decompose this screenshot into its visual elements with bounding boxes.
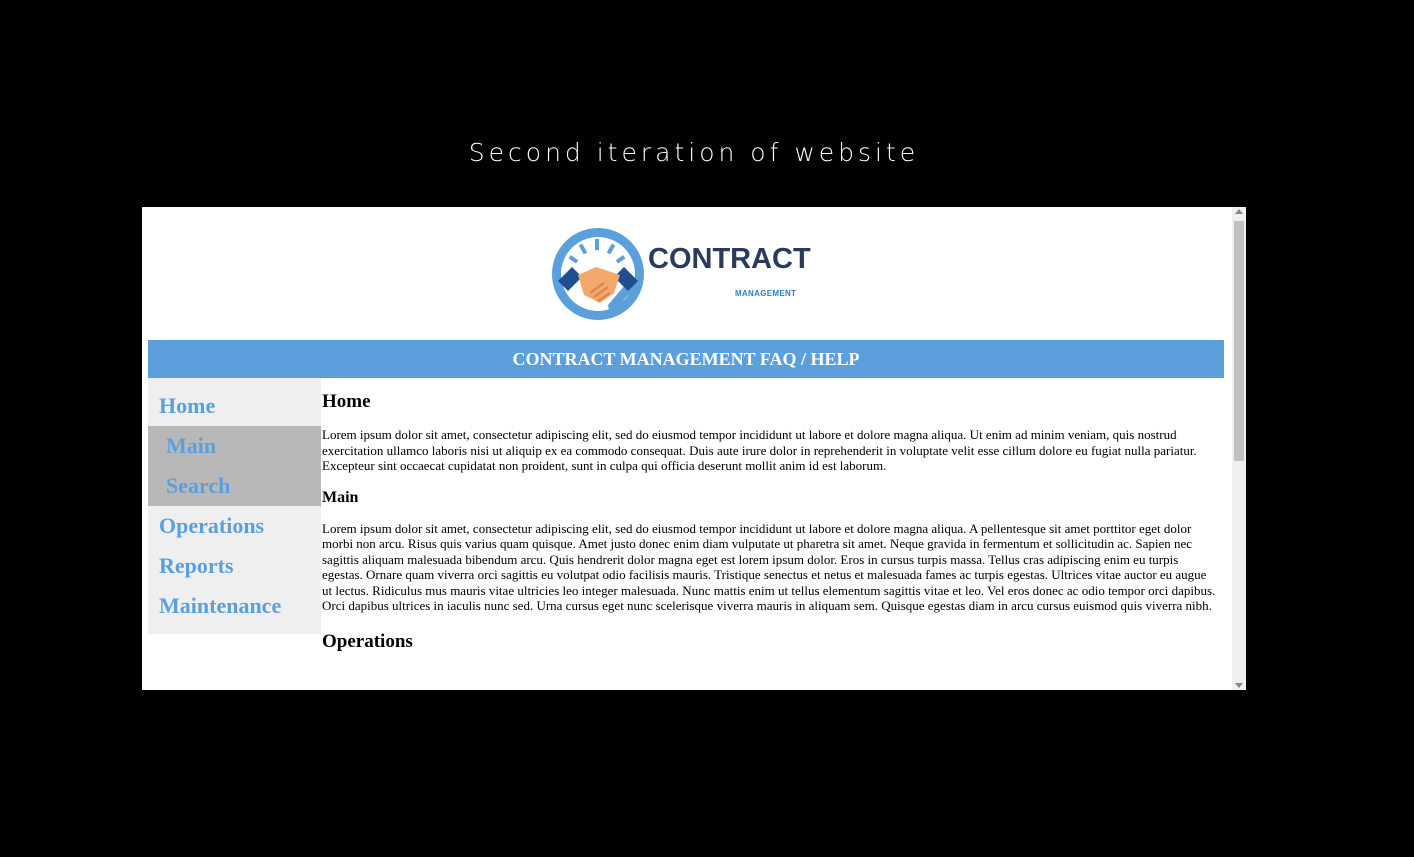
section-text-main: Lorem ipsum dolor sit amet, consectetur …	[322, 520, 1216, 614]
section-text-home: Lorem ipsum dolor sit amet, consectetur …	[322, 427, 1197, 473]
browser-viewport: CONTRACT MANAGEMENT CONTRACT MANAGEMENT …	[142, 207, 1246, 690]
sidebar-nav: Home Main Search Operations Reports Main…	[148, 378, 321, 634]
sidebar-item-maintenance[interactable]: Maintenance	[148, 586, 321, 626]
scrollbar-thumb[interactable]	[1234, 221, 1244, 461]
contract-management-logo: CONTRACT MANAGEMENT	[550, 223, 811, 325]
faq-content: Home Lorem ipsum dolor sit amet, consect…	[322, 391, 1218, 653]
sidebar-item-operations[interactable]: Operations	[148, 506, 321, 546]
vertical-scrollbar[interactable]	[1232, 207, 1246, 690]
sidebar-item-home[interactable]: Home	[148, 385, 321, 426]
sidebar-item-main[interactable]: Main	[148, 426, 321, 466]
sidebar-item-search[interactable]: Search	[148, 466, 321, 506]
scroll-up-arrow-icon[interactable]	[1235, 209, 1243, 214]
sidebar-item-reports[interactable]: Reports	[148, 546, 321, 586]
section-heading-operations: Operations	[322, 630, 413, 652]
page-title-banner: CONTRACT MANAGEMENT FAQ / HELP	[148, 340, 1224, 378]
logo-wordmark: CONTRACT	[648, 243, 811, 275]
section-heading-main: Main	[322, 488, 359, 506]
logo-subtitle: MANAGEMENT	[735, 289, 797, 298]
section-heading-home: Home	[322, 391, 371, 412]
slide-caption: Second iteration of website	[468, 138, 920, 167]
handshake-icon	[552, 228, 644, 320]
scroll-down-arrow-icon[interactable]	[1235, 683, 1243, 688]
